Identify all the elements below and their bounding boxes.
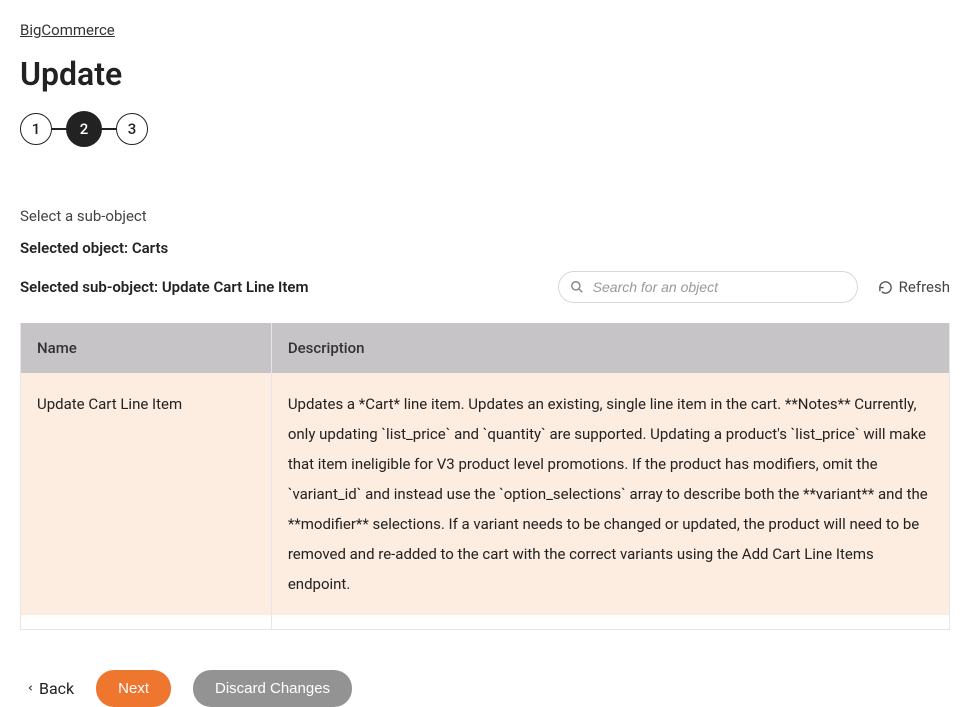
next-button[interactable]: Next — [96, 670, 171, 707]
selected-object-value: Carts — [132, 239, 168, 257]
refresh-label: Refresh — [899, 278, 950, 296]
col-header-description: Description — [271, 323, 949, 373]
step-line — [102, 128, 116, 130]
step-3[interactable]: 3 — [116, 113, 148, 145]
selected-object-label: Selected object: — [20, 239, 132, 257]
object-table: Name Description Update Cart Line Item U… — [20, 323, 950, 630]
footer-actions: Back Next Discard Changes — [20, 670, 950, 707]
stepper: 1 2 3 — [20, 111, 950, 147]
col-header-name: Name — [21, 323, 272, 373]
cell-name: Update Cart Line Item — [21, 373, 272, 615]
back-button[interactable]: Back — [26, 679, 74, 698]
refresh-icon — [878, 280, 893, 295]
selected-sub-object-value: Update Cart Line Item — [162, 278, 309, 296]
table-spacer — [21, 615, 950, 629]
refresh-button[interactable]: Refresh — [878, 278, 950, 296]
search-icon — [570, 280, 584, 294]
step-2[interactable]: 2 — [66, 111, 102, 147]
search-input[interactable] — [558, 271, 858, 303]
step-1[interactable]: 1 — [20, 113, 52, 145]
page-title: Update — [20, 55, 950, 93]
chevron-left-icon — [26, 682, 35, 694]
selected-sub-object-line: Selected sub-object: Update Cart Line It… — [20, 278, 309, 296]
breadcrumb[interactable]: BigCommerce — [20, 21, 115, 39]
table-row[interactable]: Update Cart Line Item Updates a *Cart* l… — [21, 373, 950, 615]
search-wrap — [558, 271, 858, 303]
back-label: Back — [39, 679, 74, 698]
cell-description: Updates a *Cart* line item. Updates an e… — [271, 373, 949, 615]
selected-sub-object-label: Selected sub-object: — [20, 278, 162, 296]
section-label: Select a sub-object — [20, 207, 950, 225]
selected-object-line: Selected object: Carts — [20, 239, 950, 257]
discard-button[interactable]: Discard Changes — [193, 670, 352, 707]
step-line — [52, 128, 66, 130]
